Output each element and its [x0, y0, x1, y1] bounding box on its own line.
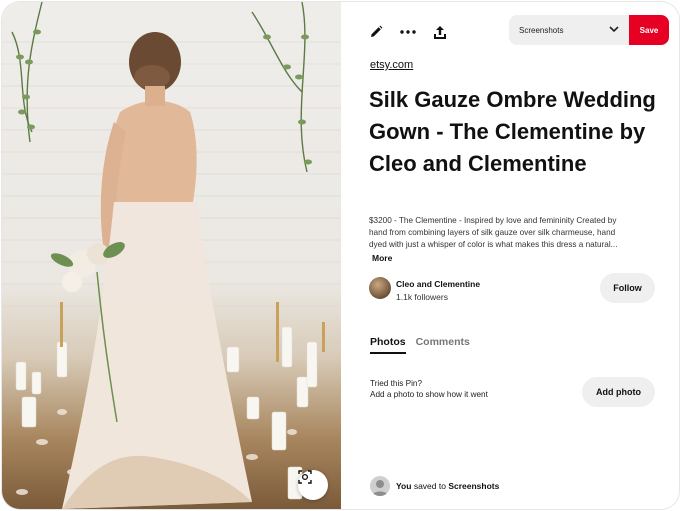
ellipsis-icon[interactable]: [399, 23, 417, 41]
saved-text: You saved to Screenshots: [396, 481, 499, 491]
wedding-gown-photo: [2, 2, 341, 509]
description-line: dyed with just a whisper of color is wha…: [369, 240, 618, 249]
saved-middle: saved to: [413, 481, 446, 491]
tried-this-pin: Tried this Pin? Add a photo to show how …: [370, 378, 488, 400]
source-link[interactable]: etsy.com: [370, 59, 413, 71]
chevron-down-icon: [609, 25, 619, 35]
pin-details-panel: Screenshots Save etsy.com Silk Gauze Omb…: [341, 2, 679, 509]
creator-name[interactable]: Cleo and Clementine: [396, 279, 480, 289]
pin-toolbar: [367, 20, 449, 44]
pencil-icon[interactable]: [367, 23, 385, 41]
description-line: hand from combining layers of silk gauze…: [369, 228, 616, 237]
tried-heading: Tried this Pin?: [370, 379, 423, 388]
saved-board-link[interactable]: Screenshots: [448, 481, 499, 491]
creator-followers: 1.1k followers: [396, 292, 448, 302]
user-avatar-icon[interactable]: [370, 476, 390, 496]
more-link[interactable]: More: [372, 253, 392, 263]
pin-closeup-card: Screenshots Save etsy.com Silk Gauze Omb…: [2, 2, 679, 509]
pin-title: Silk Gauze Ombre Wedding Gown - The Clem…: [369, 87, 656, 176]
follow-button[interactable]: Follow: [600, 273, 655, 303]
saved-to-board: You saved to Screenshots: [370, 476, 499, 496]
share-upload-icon[interactable]: [431, 23, 449, 41]
description-line: $3200 - The Clementine - Inspired by lov…: [369, 216, 617, 225]
add-photo-button[interactable]: Add photo: [582, 377, 655, 407]
tab-comments[interactable]: Comments: [416, 336, 470, 354]
tab-photos[interactable]: Photos: [370, 336, 406, 354]
board-selector-value: Screenshots: [519, 25, 564, 35]
tabs: Photos Comments: [370, 336, 470, 354]
pin-description: $3200 - The Clementine - Inspired by lov…: [369, 215, 653, 251]
visual-search-button[interactable]: [298, 470, 328, 500]
tried-subtext: Add a photo to show how it went: [370, 390, 488, 399]
pin-image[interactable]: [2, 2, 341, 509]
creator-avatar[interactable]: [369, 277, 391, 299]
saved-you[interactable]: You: [396, 481, 411, 491]
save-button[interactable]: Save: [629, 15, 669, 45]
board-selector-dropdown[interactable]: Screenshots: [509, 15, 629, 45]
